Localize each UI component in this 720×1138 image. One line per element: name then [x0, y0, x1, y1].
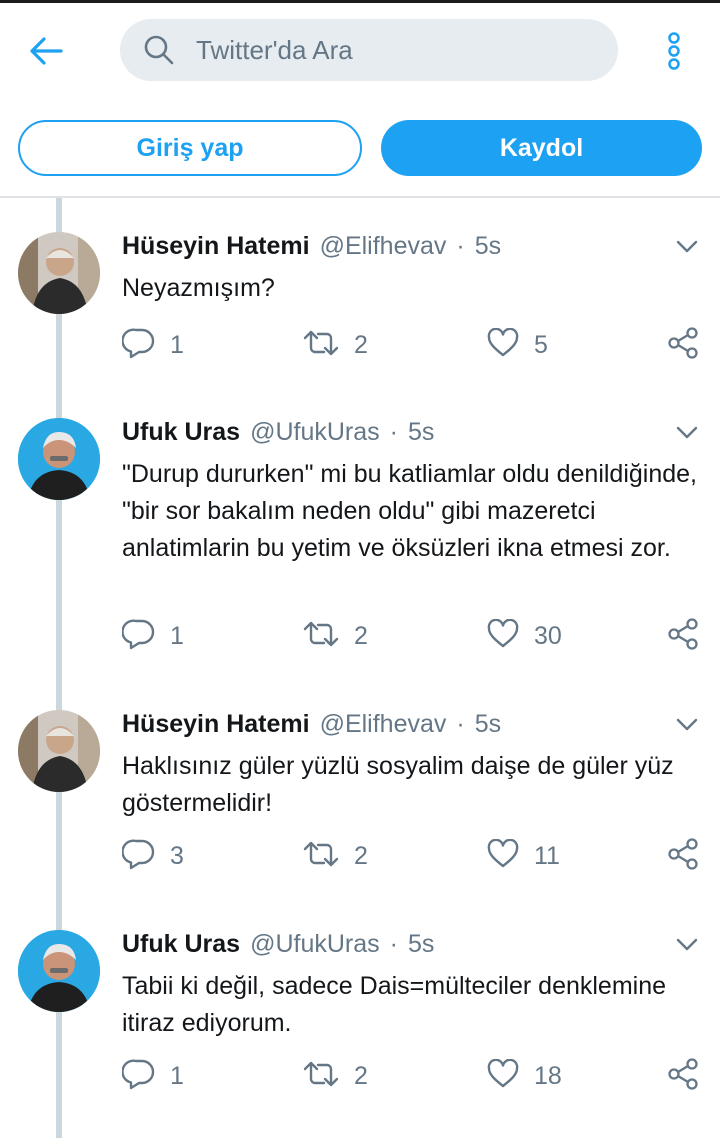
- avatar[interactable]: [18, 232, 100, 314]
- reply-count: 1: [170, 621, 184, 650]
- retweet-icon: [302, 1059, 340, 1094]
- retweet-icon: [302, 839, 340, 874]
- retweet-button[interactable]: 2: [302, 836, 368, 876]
- retweet-count: 2: [354, 1061, 368, 1090]
- reply-count: 1: [170, 330, 184, 359]
- reply-button[interactable]: 1: [121, 616, 184, 656]
- like-icon: [486, 618, 520, 654]
- like-count: 30: [534, 621, 562, 650]
- tweet-time[interactable]: 5s: [475, 232, 501, 261]
- like-count: 5: [534, 330, 548, 359]
- tweet-time[interactable]: 5s: [408, 418, 434, 447]
- retweet-count: 2: [354, 841, 368, 870]
- author-name[interactable]: Ufuk Uras: [122, 930, 240, 959]
- author-name[interactable]: Ufuk Uras: [122, 418, 240, 447]
- reply-button[interactable]: 3: [121, 836, 184, 876]
- avatar[interactable]: [18, 418, 100, 500]
- search-bar[interactable]: [120, 19, 618, 81]
- separator-dot: ·: [456, 710, 465, 738]
- avatar[interactable]: [18, 930, 100, 1012]
- tweet-text: "Durup dururken" mi bu katliamlar oldu d…: [122, 460, 697, 562]
- tweet-text: Neyazmışım?: [122, 274, 275, 302]
- share-button[interactable]: [666, 1056, 700, 1096]
- tweet-header: Hüseyin Hatemi @Elifhevav · 5s: [122, 232, 501, 266]
- reply-icon: [121, 327, 156, 364]
- tweet-text: Tabii ki değil, sadece Dais=mülteciler d…: [122, 972, 667, 1037]
- reply-icon: [121, 618, 156, 655]
- retweet-button[interactable]: 2: [302, 325, 368, 365]
- more-options-button[interactable]: [656, 31, 692, 75]
- separator-dot: ·: [389, 930, 398, 958]
- retweet-button[interactable]: 2: [302, 1056, 368, 1096]
- retweet-button[interactable]: 2: [302, 616, 368, 656]
- tweet-text: Haklısınız güler yüzlü sosyalim daişe de…: [122, 752, 674, 817]
- retweet-icon: [302, 328, 340, 363]
- signup-button[interactable]: Kaydol: [381, 120, 702, 176]
- login-button[interactable]: Giriş yap: [18, 120, 362, 176]
- like-button[interactable]: 5: [486, 325, 548, 365]
- tweet-time[interactable]: 5s: [408, 930, 434, 959]
- tweet-actions: 1 2 5: [0, 325, 720, 365]
- like-button[interactable]: 11: [486, 836, 560, 876]
- reply-button[interactable]: 1: [121, 325, 184, 365]
- reply-count: 3: [170, 841, 184, 870]
- share-button[interactable]: [666, 616, 700, 656]
- like-icon: [486, 1058, 520, 1094]
- search-icon: [142, 33, 176, 67]
- share-icon: [666, 1057, 700, 1096]
- share-icon: [666, 326, 700, 365]
- reply-icon: [121, 838, 156, 875]
- tweet-actions: 1 2 30: [0, 616, 720, 656]
- tweet-header: Ufuk Uras @UfukUras · 5s: [122, 930, 434, 964]
- tweet-menu-button[interactable]: [670, 418, 704, 452]
- tweet-menu-button[interactable]: [670, 710, 704, 744]
- back-button[interactable]: [24, 31, 68, 75]
- header: Giriş yap Kaydol: [0, 3, 720, 198]
- like-count: 18: [534, 1061, 562, 1090]
- share-button[interactable]: [666, 325, 700, 365]
- share-button[interactable]: [666, 836, 700, 876]
- tweet-header: Hüseyin Hatemi @Elifhevav · 5s: [122, 710, 501, 744]
- separator-dot: ·: [456, 232, 465, 260]
- author-handle[interactable]: @UfukUras: [250, 418, 380, 447]
- separator-dot: ·: [389, 418, 398, 446]
- retweet-count: 2: [354, 621, 368, 650]
- reply-icon: [121, 1058, 156, 1095]
- author-name[interactable]: Hüseyin Hatemi: [122, 232, 310, 261]
- tweet-time[interactable]: 5s: [475, 710, 501, 739]
- author-handle[interactable]: @UfukUras: [250, 930, 380, 959]
- like-button[interactable]: 30: [486, 616, 562, 656]
- like-icon: [486, 327, 520, 363]
- back-arrow-icon: [28, 36, 64, 71]
- like-icon: [486, 838, 520, 874]
- reply-button[interactable]: 1: [121, 1056, 184, 1096]
- retweet-icon: [302, 619, 340, 654]
- share-icon: [666, 837, 700, 876]
- author-name[interactable]: Hüseyin Hatemi: [122, 710, 310, 739]
- more-vertical-icon: [666, 31, 682, 76]
- reply-count: 1: [170, 1061, 184, 1090]
- retweet-count: 2: [354, 330, 368, 359]
- tweet-actions: 3 2 11: [0, 836, 720, 876]
- chevron-down-icon: [676, 938, 698, 957]
- author-handle[interactable]: @Elifhevav: [320, 232, 447, 261]
- tweet-header: Ufuk Uras @UfukUras · 5s: [122, 418, 434, 452]
- chevron-down-icon: [676, 426, 698, 445]
- chevron-down-icon: [676, 240, 698, 259]
- avatar[interactable]: [18, 710, 100, 792]
- share-icon: [666, 617, 700, 656]
- tweet-menu-button[interactable]: [670, 232, 704, 266]
- tweet-menu-button[interactable]: [670, 930, 704, 964]
- author-handle[interactable]: @Elifhevav: [320, 710, 447, 739]
- tweet-actions: 1 2 18: [0, 1056, 720, 1096]
- search-input[interactable]: [196, 34, 596, 66]
- like-button[interactable]: 18: [486, 1056, 562, 1096]
- chevron-down-icon: [676, 718, 698, 737]
- like-count: 11: [534, 841, 560, 870]
